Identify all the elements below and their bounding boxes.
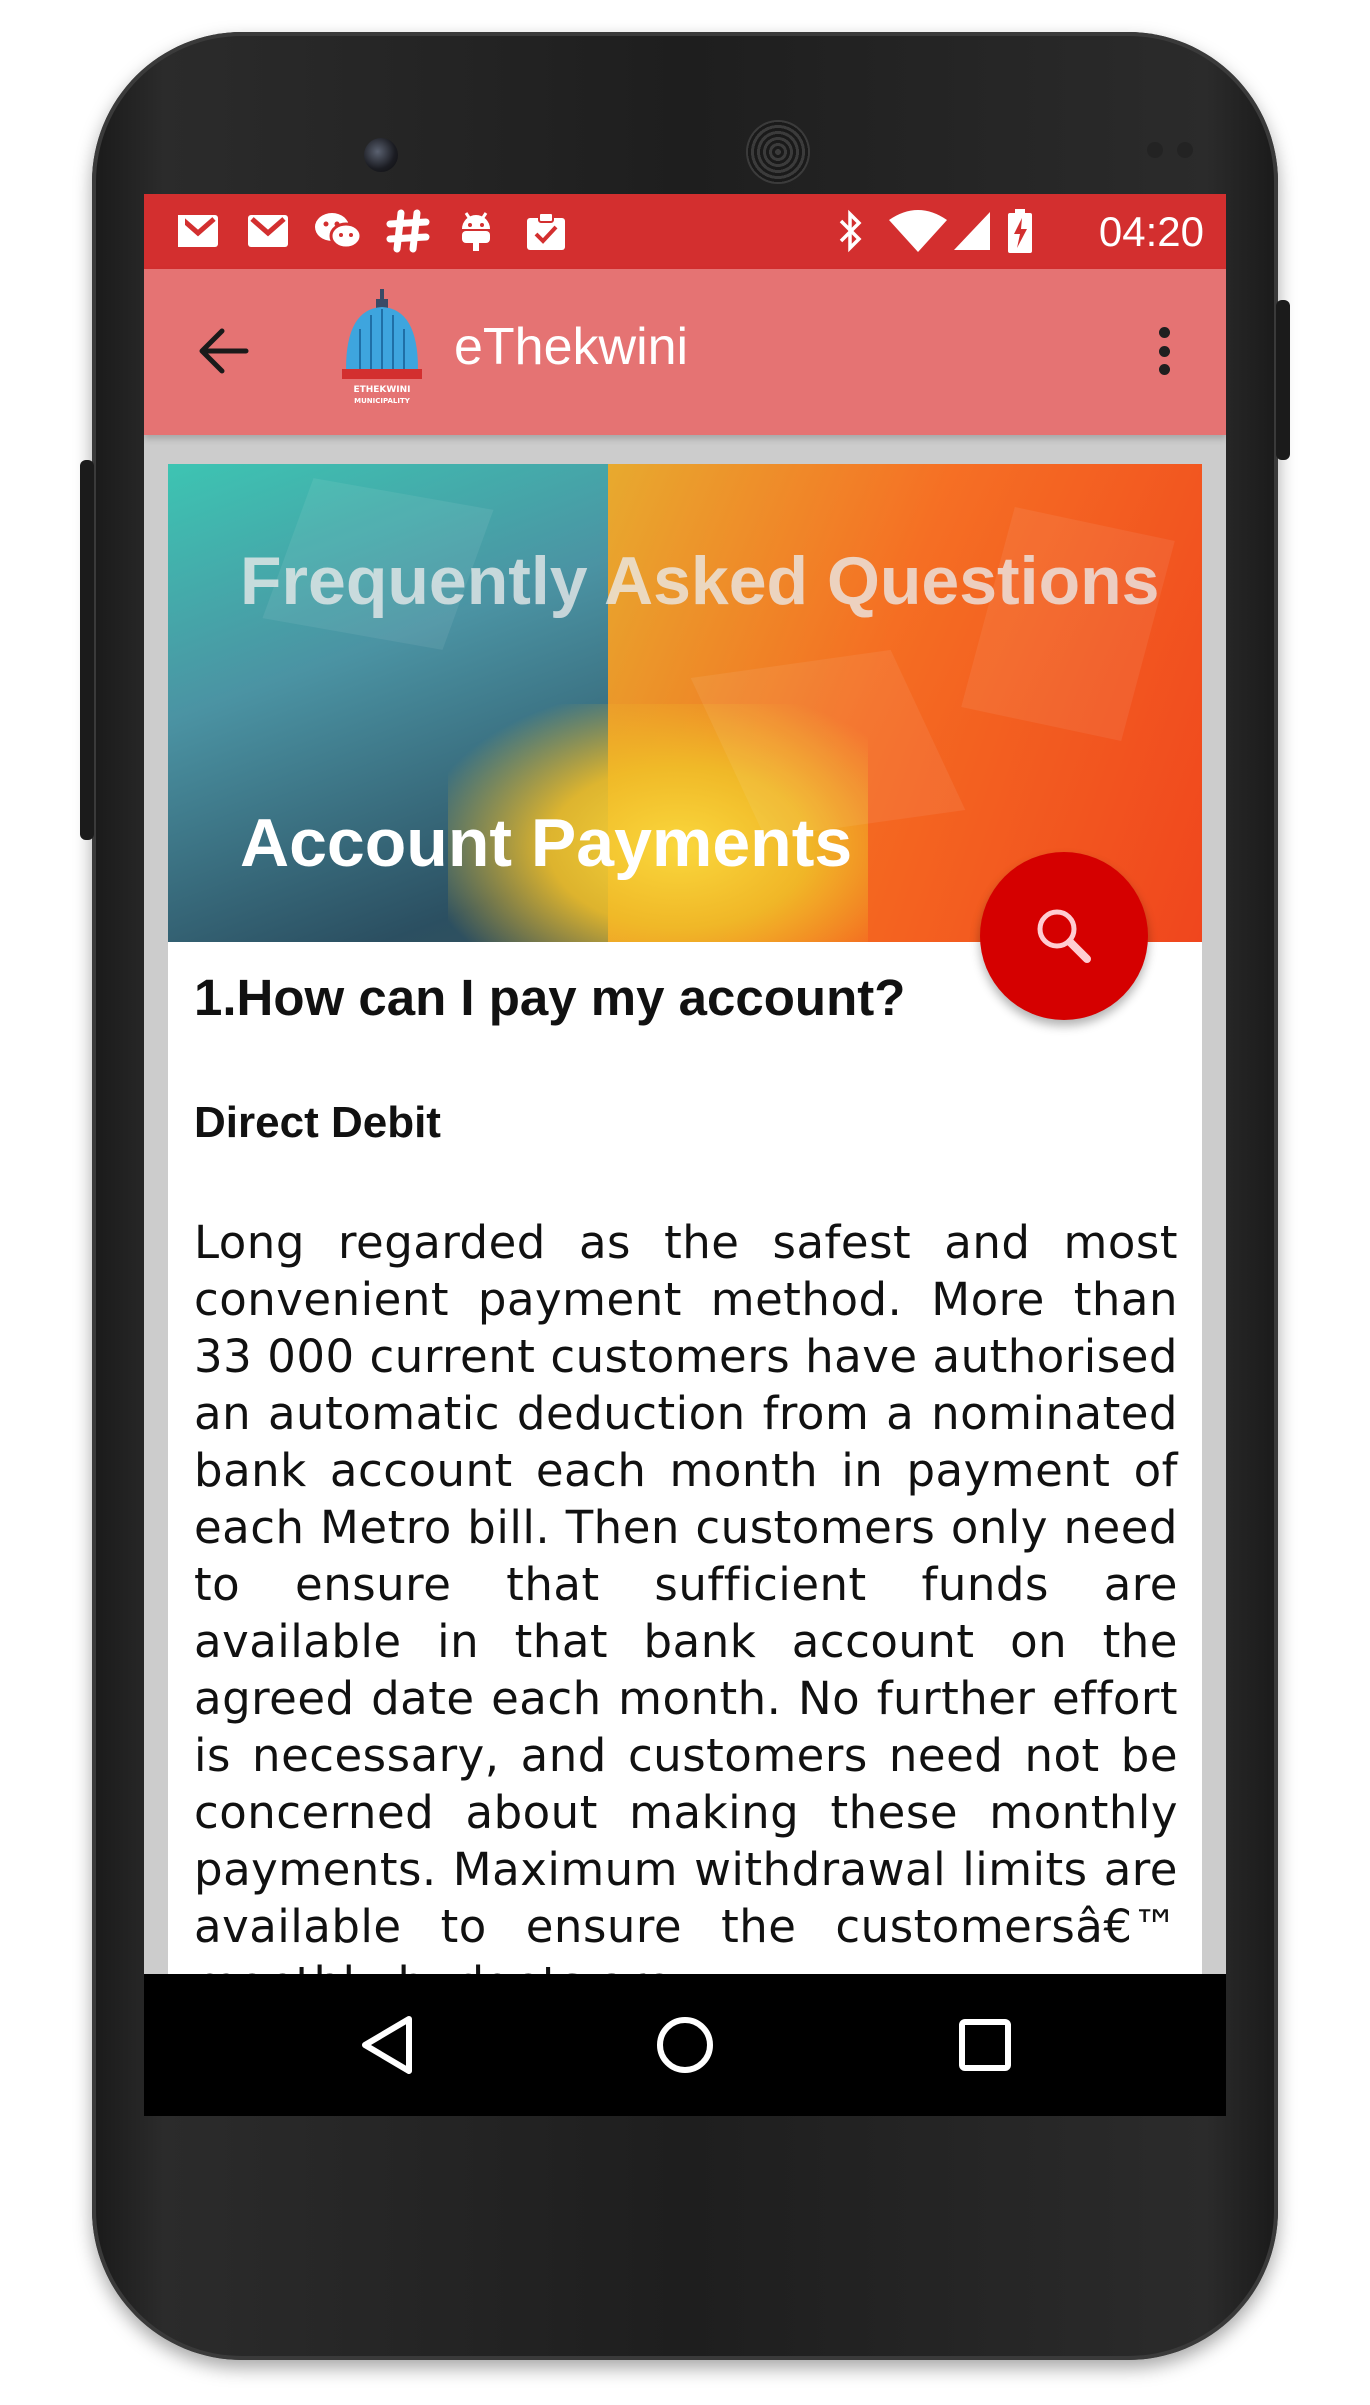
svg-text:MUNICIPALITY: MUNICIPALITY (354, 397, 411, 405)
power-button (1276, 300, 1290, 460)
navigation-bar (144, 1974, 1226, 2116)
faq-heading: Frequently Asked Questions (240, 543, 1160, 619)
search-icon (1037, 909, 1091, 963)
logo-text: ETHEKWINI (353, 385, 410, 395)
battery-charging-icon (1006, 209, 1034, 253)
overflow-menu-icon[interactable] (1144, 315, 1184, 387)
search-button[interactable] (980, 852, 1148, 1020)
signal-icon (952, 210, 992, 252)
earpiece-speaker (746, 120, 810, 184)
question-heading: 1.How can I pay my account? (194, 969, 906, 1026)
answer-paragraph: Long regarded as the safest and most con… (194, 1216, 1178, 2010)
light-sensor (1177, 142, 1193, 158)
app-bar: ETHEKWINI MUNICIPALITY eThekwini (144, 269, 1226, 435)
ethekwini-logo: ETHEKWINI MUNICIPALITY (340, 289, 424, 409)
wechat-icon (312, 210, 364, 252)
nav-back-icon[interactable] (352, 2010, 422, 2080)
status-time: 04:20 (1098, 208, 1204, 255)
screen: 04:20 ETHEKWINI MUNICIPALITY eThekwini F… (144, 194, 1226, 2116)
nav-recents-icon[interactable] (950, 2010, 1020, 2080)
android-icon (456, 210, 496, 252)
wifi-icon (886, 210, 950, 252)
answer-subheading: Direct Debit (194, 1098, 441, 1147)
slack-icon (384, 209, 432, 253)
gmail-icon (244, 210, 292, 252)
volume-button (80, 460, 94, 840)
proximity-sensor (1147, 142, 1163, 158)
app-title: eThekwini (454, 318, 689, 376)
nav-home-icon[interactable] (650, 2010, 720, 2080)
gmail-icon (174, 210, 222, 252)
status-bar: 04:20 (144, 194, 1226, 269)
front-camera (364, 138, 398, 172)
back-arrow-icon[interactable] (192, 319, 256, 383)
section-title: Account Payments (240, 805, 853, 881)
clipboard-check-icon (522, 210, 570, 252)
bluetooth-icon (834, 209, 868, 253)
faq-card: Frequently Asked Questions Account Payme… (168, 464, 1202, 2116)
